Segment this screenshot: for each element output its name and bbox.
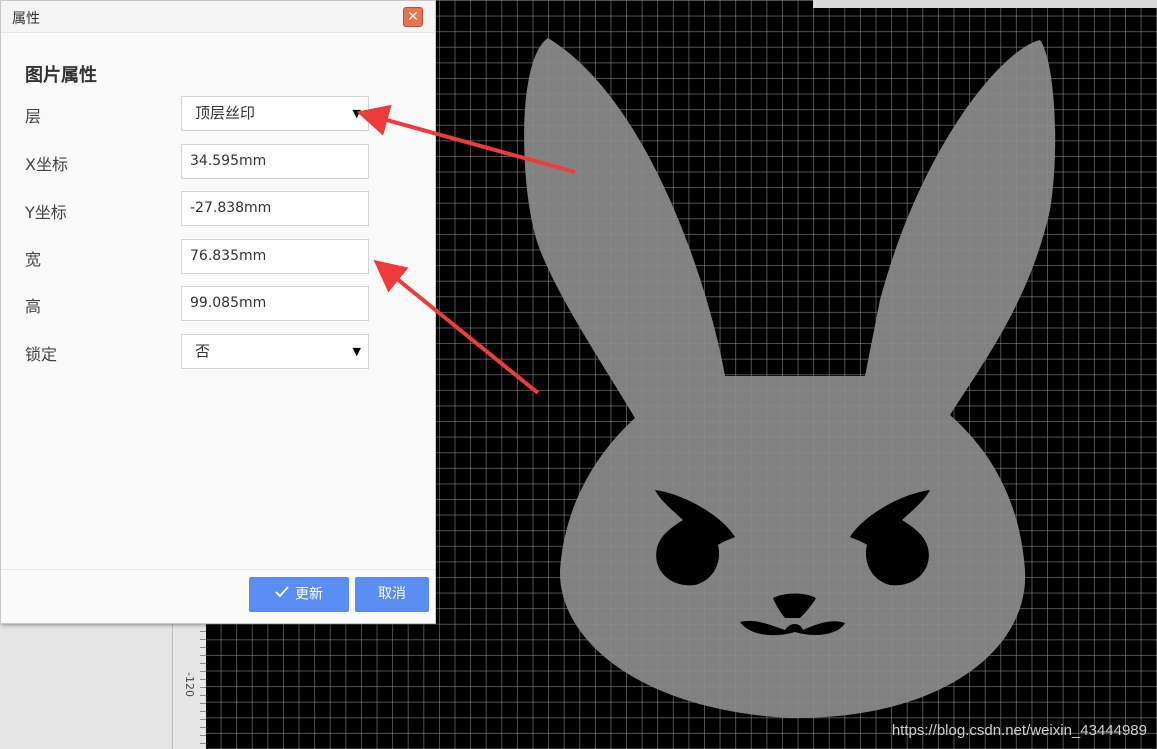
width-label: 宽 xyxy=(25,250,42,269)
height-label: 高 xyxy=(25,297,42,316)
layer-label: 层 xyxy=(25,107,42,126)
lock-select[interactable]: 否 ▼ xyxy=(181,334,369,369)
dialog-header[interactable]: 属性 ✕ xyxy=(1,1,435,33)
watermark: https://blog.csdn.net/weixin_43444989 xyxy=(891,722,1147,739)
properties-dialog: 属性 ✕ 图片属性 层 顶层丝印 ▼ X坐标 34.595mm Y坐标 -27.… xyxy=(0,0,436,624)
y-coord-input[interactable]: -27.838mm xyxy=(181,191,369,226)
y-coord-label: Y坐标 xyxy=(25,203,67,222)
cancel-button[interactable]: 取消 xyxy=(355,577,429,612)
layer-select-value: 顶层丝印 xyxy=(195,104,256,122)
x-coord-label: X坐标 xyxy=(25,155,68,174)
dialog-footer: 更新 取消 xyxy=(1,569,435,623)
dialog-title: 属性 xyxy=(12,11,40,27)
check-icon xyxy=(275,577,289,612)
chevron-down-icon[interactable]: ▼ xyxy=(353,335,361,368)
update-button[interactable]: 更新 xyxy=(249,577,349,612)
close-button[interactable]: ✕ xyxy=(403,7,423,27)
close-icon[interactable]: ✕ xyxy=(407,9,419,25)
height-input[interactable]: 99.085mm xyxy=(181,286,369,321)
layer-select[interactable]: 顶层丝印 ▼ xyxy=(181,96,369,131)
width-input[interactable]: 76.835mm xyxy=(181,239,369,274)
lock-label: 锁定 xyxy=(25,345,58,364)
chevron-down-icon[interactable]: ▼ xyxy=(353,97,361,130)
x-coord-input[interactable]: 34.595mm xyxy=(181,144,369,179)
update-button-label: 更新 xyxy=(295,586,323,603)
section-title: 图片属性 xyxy=(25,65,97,86)
lock-select-value: 否 xyxy=(195,342,211,360)
